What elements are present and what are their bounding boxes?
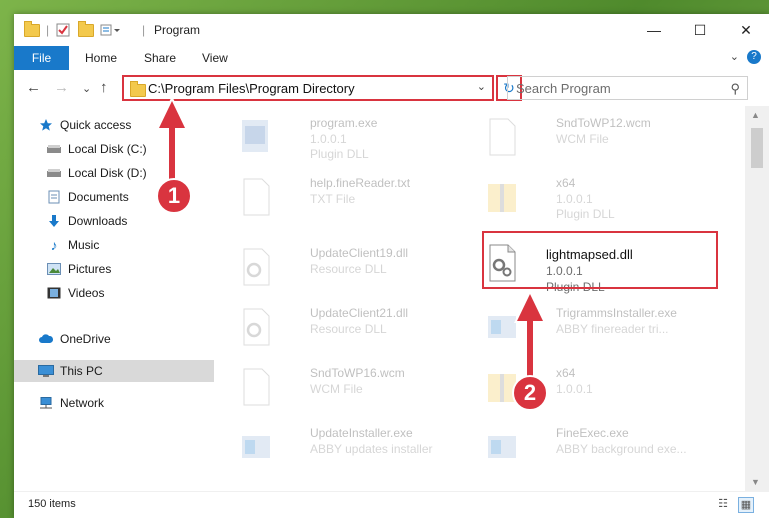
callout-1: 1 bbox=[156, 178, 192, 214]
annotation-arrows bbox=[156, 96, 546, 384]
arrow-2 bbox=[514, 289, 546, 384]
arrow-1 bbox=[156, 96, 188, 188]
callout-2: 2 bbox=[512, 375, 548, 411]
